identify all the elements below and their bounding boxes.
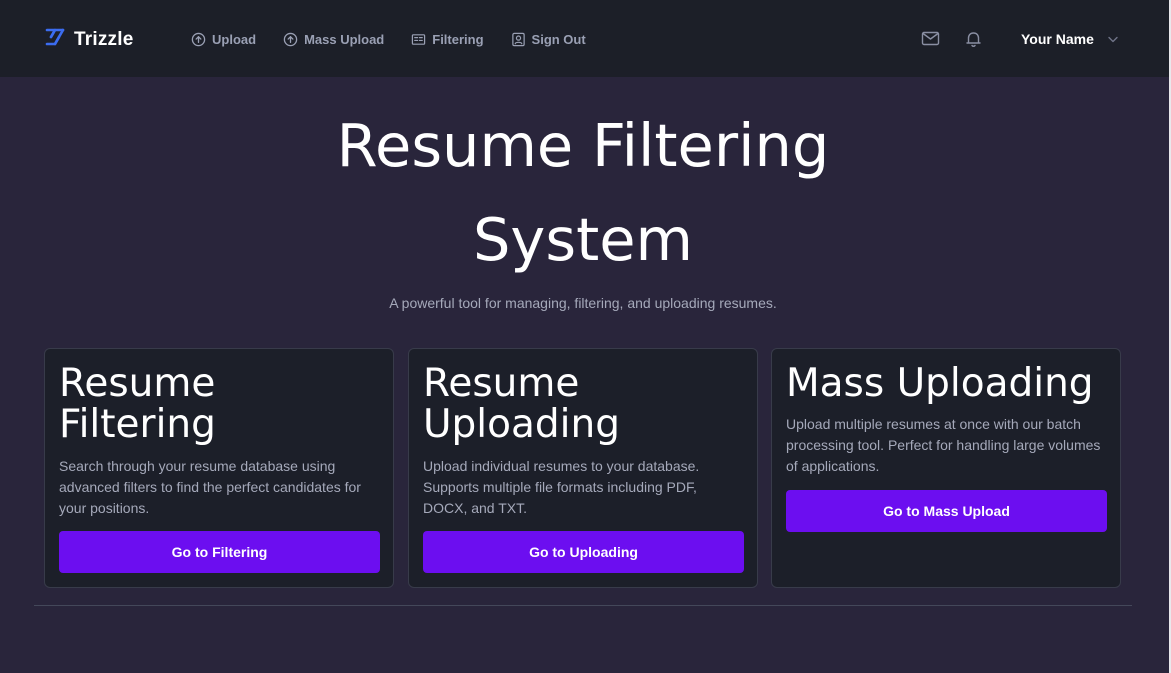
filtering-card: Resume Filtering Search through your res… [44, 348, 394, 588]
go-to-mass-upload-button[interactable]: Go to Mass Upload [786, 490, 1107, 532]
nav-sign-out-label: Sign Out [531, 31, 586, 47]
user-menu[interactable]: Your Name [1021, 30, 1118, 48]
user-name: Your Name [1021, 31, 1094, 47]
top-navbar: Trizzle Upload Mass Upload Filtering Sig… [0, 0, 1171, 77]
brand[interactable]: Trizzle [44, 26, 133, 53]
page-title: Resume Filtering System [0, 99, 1166, 287]
user-square-icon [511, 32, 526, 47]
page-title-line-1: Resume Filtering [336, 111, 830, 180]
nav-mass-upload-label: Mass Upload [304, 31, 385, 47]
nav-links: Upload Mass Upload Filtering Sign Out [191, 30, 613, 48]
nav-upload-label: Upload [212, 31, 257, 47]
go-to-uploading-button[interactable]: Go to Uploading [423, 531, 744, 573]
card-description: Upload individual resumes to your databa… [423, 458, 700, 516]
nav-upload-link[interactable]: Upload [191, 30, 256, 48]
card-title-line-1: Resume [59, 361, 216, 406]
go-to-filtering-button[interactable]: Go to Filtering [59, 531, 380, 573]
filter-list-icon [411, 32, 426, 47]
card-title: Mass Uploading [786, 361, 1094, 406]
card-title: Resume Filtering [59, 363, 216, 445]
nav-sign-out-link[interactable]: Sign Out [511, 30, 586, 48]
card-title: Resume Uploading [423, 363, 620, 445]
nav-filtering-label: Filtering [432, 31, 484, 47]
logo-icon [44, 26, 66, 53]
card-title-line-2: Uploading [423, 402, 620, 447]
mail-icon[interactable] [921, 30, 940, 53]
nav-icons [921, 30, 982, 53]
divider [34, 605, 1132, 606]
nav-filtering-link[interactable]: Filtering [411, 30, 484, 48]
brand-name: Trizzle [74, 28, 134, 50]
card-description: Upload multiple resumes at once with our… [786, 416, 1101, 474]
page-subtitle: A powerful tool for managing, filtering,… [389, 295, 777, 311]
chevron-down-icon [1108, 30, 1118, 48]
bell-icon[interactable] [965, 30, 982, 53]
nav-mass-upload-link[interactable]: Mass Upload [283, 30, 384, 48]
card-description: Search through your resume database usin… [59, 458, 361, 516]
uploading-card: Resume Uploading Upload individual resum… [408, 348, 758, 588]
card-title-line-2: Filtering [59, 402, 216, 447]
page-title-line-2: System [472, 205, 693, 274]
card-title-line-1: Resume [423, 361, 580, 406]
upload-circle-icon [283, 32, 298, 47]
mass-uploading-card: Mass Uploading Upload multiple resumes a… [771, 348, 1121, 588]
upload-circle-icon [191, 32, 206, 47]
